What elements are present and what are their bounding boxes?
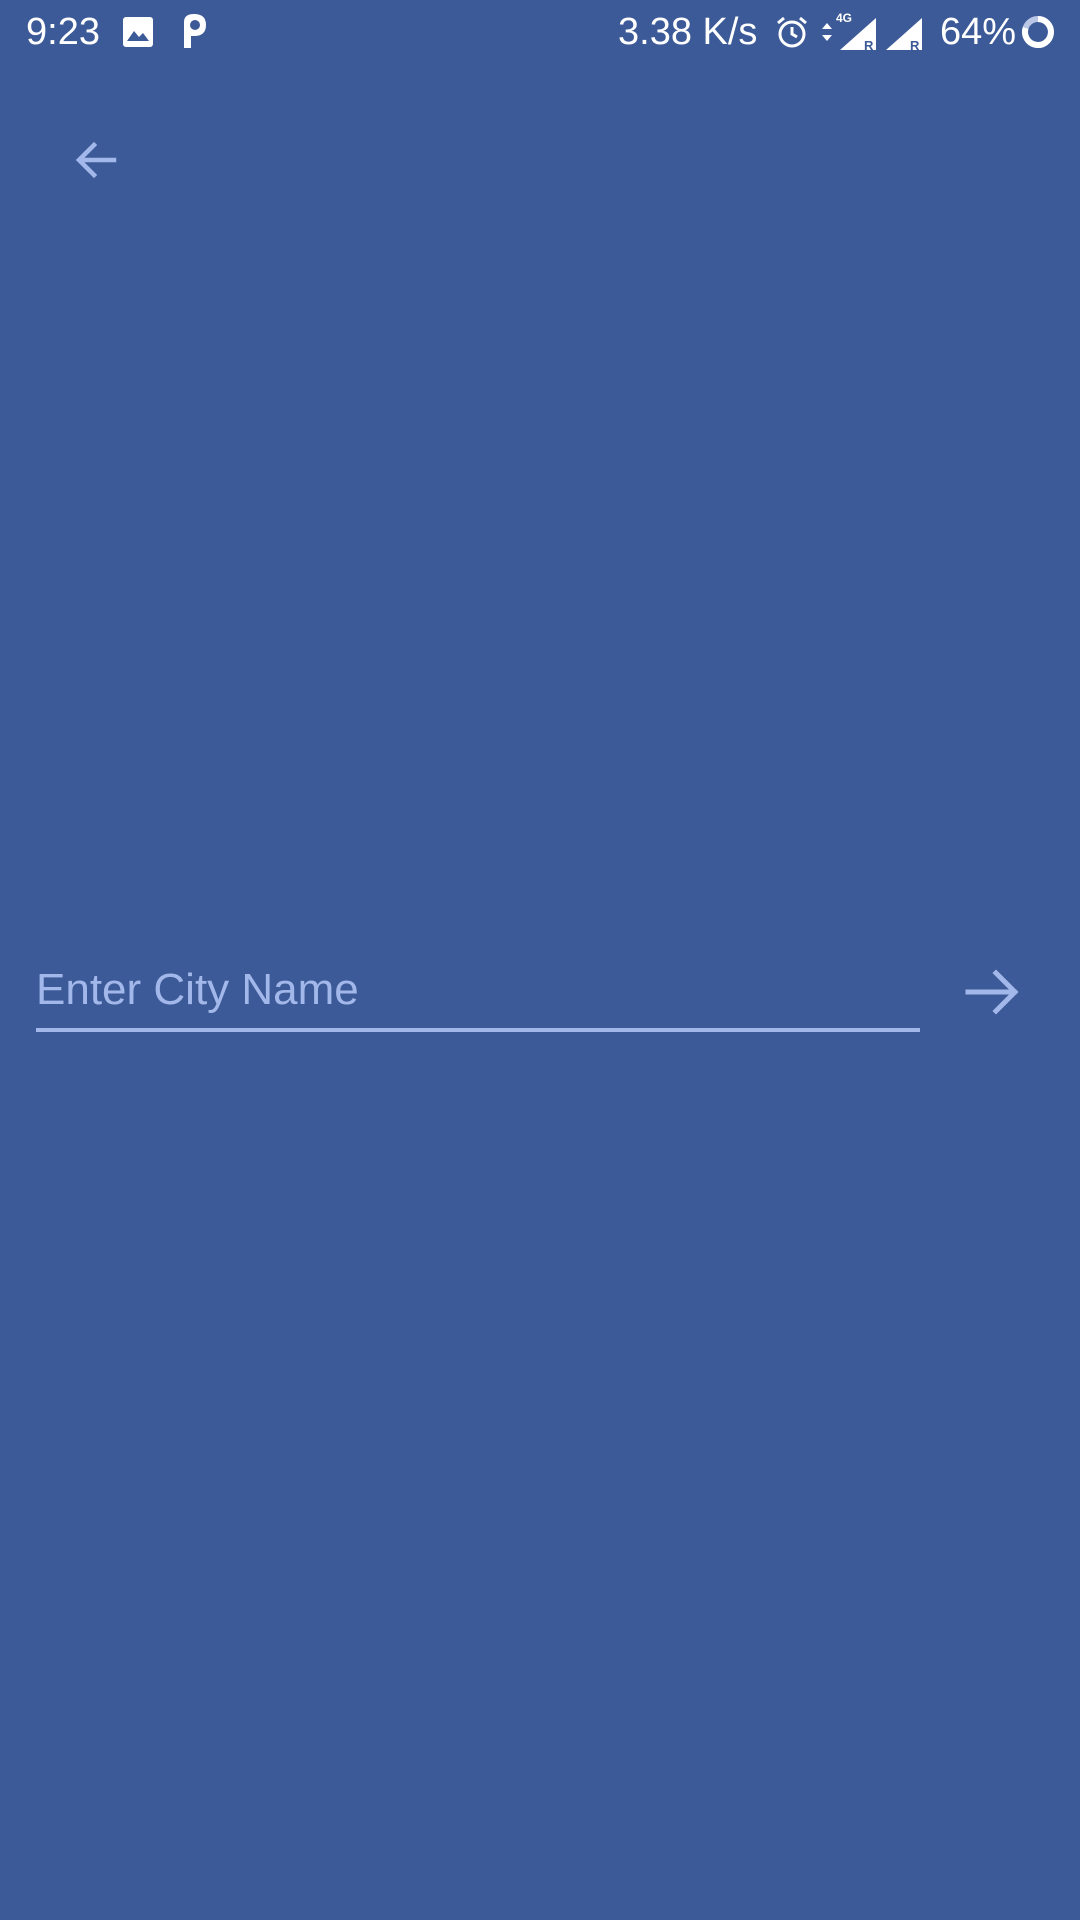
network-speed: 3.38 K/s: [618, 11, 758, 53]
alarm-icon: [777, 16, 807, 48]
data-arrows-icon: [822, 23, 832, 41]
signal-4g-roaming-icon: 4G R: [836, 11, 876, 52]
city-name-input[interactable]: [36, 950, 920, 1030]
input-underline: [36, 1028, 920, 1032]
city-search-field: [36, 950, 920, 1034]
status-time: 9:23: [26, 11, 100, 53]
roaming-marker: R: [864, 38, 874, 52]
back-button[interactable]: [60, 124, 132, 196]
battery-ring-icon: [1022, 16, 1054, 48]
image-icon: [123, 17, 153, 47]
submit-city-button[interactable]: [954, 954, 1030, 1030]
signal-roaming-icon: R: [886, 18, 922, 52]
parking-app-icon: [184, 14, 206, 48]
arrow-right-icon: [965, 969, 1019, 1015]
arrow-left-icon: [75, 141, 117, 179]
status-bar: 9:23 3.38 K/s 4G R R 64%: [0, 0, 1080, 64]
network-type-label: 4G: [836, 11, 852, 25]
battery-percent: 64%: [940, 11, 1017, 53]
roaming-marker: R: [910, 38, 920, 52]
